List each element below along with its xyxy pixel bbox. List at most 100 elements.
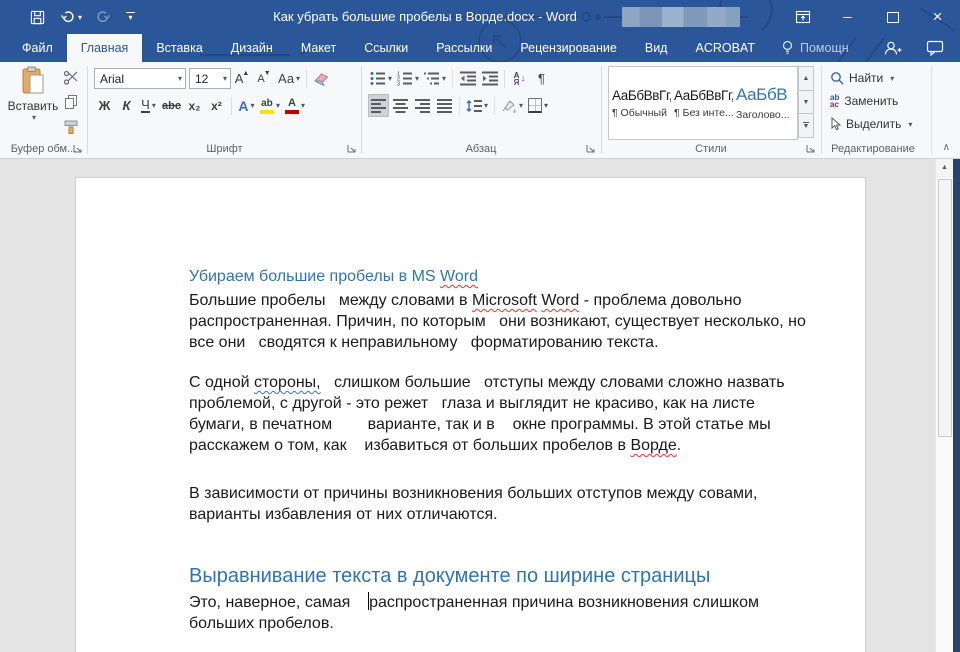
styles-more-icon[interactable]: ▼ — [798, 114, 814, 138]
text-run: стороны, — [254, 374, 321, 391]
text-run: Это, наверное, самая — [189, 594, 368, 611]
ribbon-tab-7[interactable]: Рецензирование — [506, 34, 631, 62]
doc-block-p: Большие пробелы между словами в Microsof… — [189, 290, 829, 353]
paste-button[interactable]: Вставить ▾ — [7, 66, 59, 140]
select-button[interactable]: Выделить ▾ — [830, 114, 912, 134]
collapse-ribbon-icon[interactable]: ∧ — [943, 142, 950, 153]
text-run: Word — [541, 292, 579, 309]
style-name: Заголово... — [736, 109, 790, 121]
ribbon-display-options-button[interactable] — [780, 0, 825, 34]
styles-scroll-down-icon[interactable]: ▼ — [798, 91, 814, 115]
ribbon-tab-0[interactable]: Файл — [8, 34, 67, 62]
superscript-button[interactable]: x² — [206, 94, 227, 117]
minimize-button[interactable]: ─ — [825, 0, 870, 34]
doc-block-p: С одной стороны, слишком большие отступы… — [189, 372, 829, 456]
align-center-button[interactable] — [390, 94, 411, 117]
ribbon-tab-5[interactable]: Ссылки — [350, 34, 422, 62]
bold-button[interactable]: Ж — [94, 94, 115, 117]
styles-gallery: АаБбВвГг,¶ ОбычныйАаБбВвГг,¶ Без инте...… — [608, 66, 798, 140]
text-run: проблемой, с другой - это режет глаза и … — [189, 395, 755, 412]
vertical-scrollbar[interactable]: ▲ — [935, 159, 953, 652]
sort-button[interactable]: АЯ ↓ — [509, 67, 530, 90]
document-page[interactable]: Убираем большие пробелы в MS WordБольшие… — [75, 177, 866, 652]
multilevel-list-button[interactable]: ▾ — [422, 67, 448, 90]
ribbon-tab-1[interactable]: Главная — [67, 34, 143, 62]
editing-group-label: Редактирование — [816, 143, 930, 155]
save-icon[interactable] — [30, 10, 45, 25]
show-formatting-marks-button[interactable]: ¶ — [531, 67, 552, 90]
replace-icon: ab ac — [830, 94, 839, 108]
blurred-account-name — [622, 7, 740, 27]
ribbon-tab-6[interactable]: Рассылки — [422, 34, 506, 62]
underline-button[interactable]: Ч▾ — [138, 94, 159, 117]
ribbon-tab-9[interactable]: ACROBAT — [681, 34, 769, 62]
ribbon-tab-4[interactable]: Макет — [287, 34, 350, 62]
tell-me-helper[interactable]: Помощн — [769, 34, 861, 62]
copy-button[interactable] — [60, 91, 81, 113]
style-item-1[interactable]: АаБбВвГг,¶ Без инте... — [671, 67, 733, 139]
doc-line: все они сводятся к неправильному формати… — [189, 332, 829, 353]
font-family-combo[interactable]: Arial ▾ — [94, 68, 186, 89]
align-left-button[interactable] — [368, 94, 389, 117]
undo-button[interactable]: ▾ — [59, 10, 82, 25]
shrink-font-button[interactable]: А▼ — [254, 67, 275, 90]
grow-font-button[interactable]: А▲ — [232, 67, 253, 90]
redo-button — [96, 10, 112, 25]
close-button[interactable]: × — [915, 0, 960, 34]
borders-button[interactable]: ▾ — [526, 94, 550, 117]
format-painter-button[interactable] — [60, 116, 81, 138]
decrease-indent-button[interactable] — [457, 67, 478, 90]
italic-button[interactable]: К — [116, 94, 137, 117]
scrollbar-up-icon[interactable]: ▲ — [936, 159, 953, 177]
highlight-color-button[interactable]: ab▾ — [258, 94, 282, 117]
strikethrough-button[interactable]: abc — [160, 94, 183, 117]
paste-label: Вставить — [8, 99, 59, 113]
maximize-button[interactable] — [870, 0, 915, 34]
style-preview: АаБбВвГг, — [674, 88, 733, 103]
ribbon-tab-2[interactable]: Вставка — [142, 34, 216, 62]
styles-scroll-up-icon[interactable]: ▲ — [798, 66, 814, 91]
justify-button[interactable] — [434, 94, 455, 117]
select-label: Выделить — [846, 117, 901, 131]
group-clipboard: Вставить ▾ Буфер обм... — [0, 62, 87, 158]
tabrow-right-icons — [883, 34, 960, 62]
change-case-button[interactable]: Аа▾ — [276, 67, 302, 90]
text-run: распространенная причина возникновения с… — [369, 594, 759, 611]
text-run: С одной — [189, 374, 254, 391]
bullet-list-button[interactable]: ▾ — [368, 67, 394, 90]
font-dialog-launcher-icon[interactable] — [346, 143, 358, 155]
style-item-0[interactable]: АаБбВвГг,¶ Обычный — [609, 67, 671, 139]
font-color-button[interactable]: А▾ — [283, 94, 307, 117]
style-preview: АаБбВвГг, — [612, 88, 671, 103]
group-font: Arial ▾ 12 ▾ А▲ А▼ Аа▾ — [88, 62, 361, 158]
subscript-button[interactable]: x₂ — [184, 94, 205, 117]
text-effects-button[interactable]: А▾ — [236, 94, 257, 117]
font-size-combo[interactable]: 12 ▾ — [189, 68, 231, 89]
clear-formatting-button[interactable] — [311, 67, 332, 90]
replace-button[interactable]: ab ac Заменить — [830, 91, 898, 111]
numbered-list-button[interactable]: 123 ▾ — [395, 67, 421, 90]
shading-button[interactable]: ▾ — [499, 94, 525, 117]
ribbon-tab-3[interactable]: Дизайн — [217, 34, 287, 62]
style-item-2[interactable]: АаБбВЗаголово... — [733, 67, 795, 139]
doc-line: Убираем большие пробелы в MS Word — [189, 266, 829, 287]
scrollbar-thumb[interactable] — [938, 179, 952, 437]
customize-quick-access-icon[interactable]: ▾ — [126, 12, 135, 22]
title-bar: ▾ ▾ Как убрать большие пробелы в Ворде.d… — [0, 0, 960, 34]
ribbon: Вставить ▾ Буфер обм... — [0, 62, 960, 159]
increase-indent-button[interactable] — [479, 67, 500, 90]
ribbon-tab-8[interactable]: Вид — [631, 34, 682, 62]
share-person-icon[interactable] — [883, 40, 902, 57]
undo-dropdown-icon[interactable]: ▾ — [78, 13, 82, 22]
line-spacing-button[interactable]: ▾ — [464, 94, 490, 117]
styles-group-label: Стили — [602, 143, 820, 155]
cut-button[interactable] — [60, 66, 81, 88]
comment-bubble-icon[interactable] — [926, 40, 944, 56]
group-paragraph: ▾ 123 ▾ ▾ АЯ — [362, 62, 600, 158]
text-run: больших пробелов. — [189, 615, 334, 632]
text-run: Убираем большие пробелы в MS — [189, 268, 440, 285]
find-button[interactable]: Найти ▾ — [830, 68, 894, 88]
clipboard-dialog-launcher-icon[interactable] — [72, 143, 84, 155]
align-right-button[interactable] — [412, 94, 433, 117]
paragraph-dialog-launcher-icon[interactable] — [585, 143, 597, 155]
